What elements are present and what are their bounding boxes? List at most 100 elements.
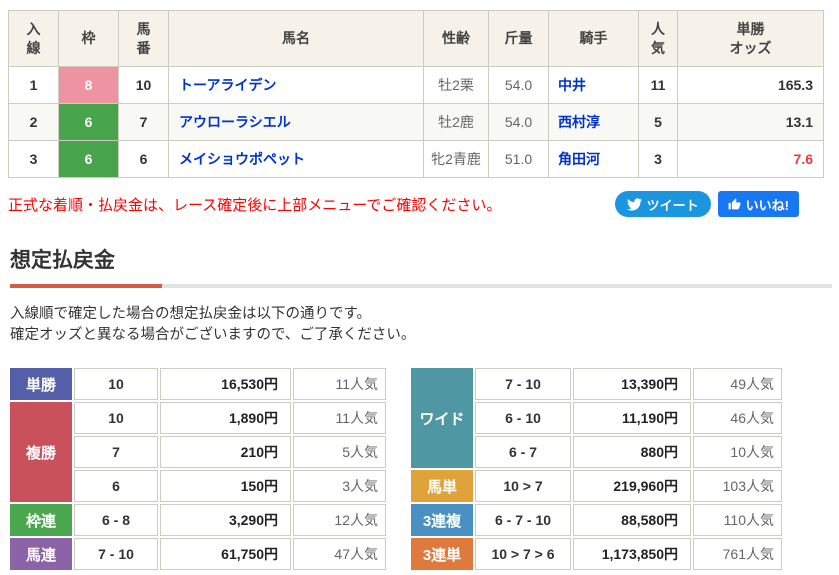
horse-name-cell: メイショウポペット: [168, 140, 424, 178]
result-row-1: 1 8 10 トーアライデン 牡2栗 54.0 中井 11 165.3: [8, 66, 824, 104]
payout-row-sanrenpuku: 3連複 6 - 7 - 10 88,580円 110人気: [411, 504, 782, 537]
like-button-label: いいね!: [745, 197, 789, 213]
carried-weight: 54.0: [488, 103, 549, 141]
payout-popularity: 47人気: [293, 538, 386, 571]
tweet-button[interactable]: ツイート: [614, 191, 711, 217]
payout-popularity: 46人気: [693, 402, 782, 435]
payout-popularity: 110人気: [693, 504, 782, 537]
col-header-popularity: 人 気: [638, 10, 678, 67]
facebook-like-button[interactable]: いいね!: [717, 191, 799, 217]
tweet-button-label: ツイート: [646, 197, 699, 213]
payout-row-fukusho-1: 複勝 10 1,890円 11人気: [10, 402, 386, 503]
frame-number-badge: 6: [58, 103, 119, 141]
payout-combo: 6 - 8: [74, 504, 158, 537]
bet-type-label-bracket-quinella: 枠連: [10, 504, 72, 537]
popularity: 5: [638, 103, 678, 141]
notice-row: 正式な着順・払戻金は、レース確定後に上部メニューでご確認ください。 ツイート い…: [8, 191, 799, 217]
bet-type-label-trifecta: 3連単: [411, 538, 473, 571]
description-line-1: 入線順で確定した場合の想定払戻金は以下の通りです。: [10, 306, 372, 322]
payout-combo: 10 > 7: [475, 470, 571, 503]
col-header-weight: 斤量: [488, 10, 549, 67]
payout-amount: 1,173,850円: [573, 538, 691, 571]
finish-position: 1: [8, 66, 59, 104]
payout-combo: 7 - 10: [74, 538, 158, 571]
horse-number: 7: [118, 103, 169, 141]
result-row-2: 2 6 7 アウローラシエル 牡2鹿 54.0 西村淳 5 13.1: [8, 103, 824, 141]
win-odds: 7.6: [677, 140, 824, 178]
payout-amount: 210円: [160, 436, 291, 469]
bet-type-label-place: 複勝: [10, 402, 72, 503]
payout-amount: 11,190円: [573, 402, 691, 435]
social-buttons: ツイート いいね!: [614, 191, 799, 217]
horse-name-link[interactable]: メイショウポペット: [179, 151, 305, 167]
payout-combo: 10: [74, 402, 158, 435]
frame-number-badge: 8: [58, 66, 119, 104]
payout-description: 入線順で確定した場合の想定払戻金は以下の通りです。 確定オッズと異なる場合がござ…: [10, 304, 839, 346]
win-odds: 165.3: [677, 66, 824, 104]
payout-combo: 6 - 7 - 10: [475, 504, 571, 537]
payout-combo: 10: [74, 368, 158, 401]
payout-amount: 13,390円: [573, 368, 691, 401]
results-header-row: 入 線 枠 馬 番 馬名 性齢 斤量 騎手 人 気 単勝 オッズ: [8, 10, 824, 67]
bet-type-label-exacta: 馬単: [411, 470, 473, 503]
race-results-table: 入 線 枠 馬 番 馬名 性齢 斤量 騎手 人 気 単勝 オッズ 1 8 10 …: [8, 10, 824, 178]
carried-weight: 54.0: [488, 66, 549, 104]
popularity: 3: [638, 140, 678, 178]
payout-tables: 単勝 10 16,530円 11人気 複勝 10 1,890円 11人気 7 2…: [8, 366, 839, 572]
jockey-link[interactable]: 角田河: [558, 151, 600, 167]
payout-row-sanrentan: 3連単 10 > 7 > 6 1,173,850円 761人気: [411, 538, 782, 571]
bet-type-label-trio: 3連複: [411, 504, 473, 537]
description-line-2: 確定オッズと異なる場合がございますので、ご了承ください。: [10, 327, 416, 344]
finish-position: 2: [8, 103, 59, 141]
col-header-finish: 入 線: [8, 10, 59, 67]
payout-amount: 3,290円: [160, 504, 291, 537]
heading-divider: [10, 284, 832, 288]
payout-amount: 61,750円: [160, 538, 291, 571]
estimated-payout-heading: 想定払戻金: [10, 249, 115, 272]
payout-popularity: 103人気: [693, 470, 782, 503]
payout-combo: 6 - 10: [475, 402, 571, 435]
payout-table-right: ワイド 7 - 10 13,390円 49人気 6 - 10 11,190円 4…: [409, 366, 784, 572]
payout-popularity: 761人気: [693, 538, 782, 571]
col-header-frame: 枠: [58, 10, 119, 67]
payout-combo: 6 - 7: [475, 436, 571, 469]
official-result-notice: 正式な着順・払戻金は、レース確定後に上部メニューでご確認ください。: [8, 196, 502, 214]
payout-popularity: 11人気: [293, 402, 386, 435]
payout-row-umatan: 馬単 10 > 7 219,960円 103人気: [411, 470, 782, 503]
horse-name-link[interactable]: トーアライデン: [179, 77, 276, 93]
frame-number-badge: 6: [58, 140, 119, 178]
result-row-3: 3 6 6 メイショウポペット 牝2青鹿 51.0 角田河 3 7.6: [8, 140, 824, 178]
col-header-win-odds: 単勝 オッズ: [677, 10, 824, 67]
payout-combo: 7: [74, 436, 158, 469]
popularity: 11: [638, 66, 678, 104]
payout-row-wide-1: ワイド 7 - 10 13,390円 49人気: [411, 368, 782, 469]
col-header-sex-age: 性齢: [423, 10, 489, 67]
sex-age: 牡2鹿: [423, 103, 489, 141]
horse-number: 6: [118, 140, 169, 178]
payout-combo: 10 > 7 > 6: [475, 538, 571, 571]
payout-popularity: 12人気: [293, 504, 386, 537]
bet-type-label-win: 単勝: [10, 368, 72, 401]
jockey-link[interactable]: 中井: [558, 77, 586, 93]
payout-amount: 150円: [160, 470, 291, 503]
jockey-link[interactable]: 西村淳: [558, 114, 600, 130]
payout-amount: 880円: [573, 436, 691, 469]
payout-popularity: 5人気: [293, 436, 386, 469]
race-result-page: 入 線 枠 馬 番 馬名 性齢 斤量 騎手 人 気 単勝 オッズ 1 8 10 …: [0, 0, 839, 575]
payout-amount: 16,530円: [160, 368, 291, 401]
col-header-horse-name: 馬名: [168, 10, 424, 67]
payout-row-wakuren: 枠連 6 - 8 3,290円 12人気: [10, 504, 386, 537]
sex-age: 牡2栗: [423, 66, 489, 104]
payout-amount: 88,580円: [573, 504, 691, 537]
horse-number: 10: [118, 66, 169, 104]
payout-row-tansho: 単勝 10 16,530円 11人気: [10, 368, 386, 401]
thumbs-up-icon: [728, 198, 741, 211]
sex-age: 牝2青鹿: [423, 140, 489, 178]
payout-popularity: 10人気: [693, 436, 782, 469]
horse-name-link[interactable]: アウローラシエル: [179, 114, 291, 130]
finish-position: 3: [8, 140, 59, 178]
payout-row-umaren: 馬連 7 - 10 61,750円 47人気: [10, 538, 386, 571]
payout-popularity: 49人気: [693, 368, 782, 401]
jockey-cell: 中井: [548, 66, 639, 104]
payout-combo: 6: [74, 470, 158, 503]
